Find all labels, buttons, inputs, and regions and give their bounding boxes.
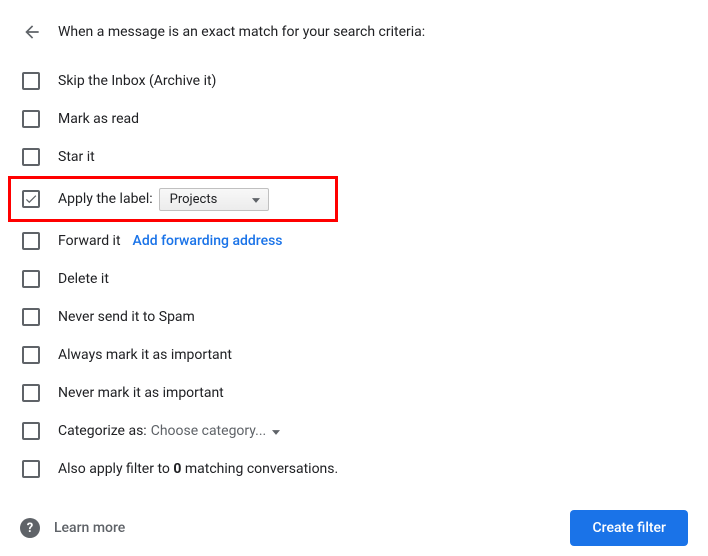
checkbox-also-apply[interactable] bbox=[22, 460, 40, 478]
add-forwarding-link[interactable]: Add forwarding address bbox=[133, 233, 283, 249]
label-skip-inbox: Skip the Inbox (Archive it) bbox=[58, 73, 216, 89]
checkbox-apply-label[interactable] bbox=[22, 190, 40, 208]
checkbox-star-it[interactable] bbox=[22, 148, 40, 166]
checkbox-never-important[interactable] bbox=[22, 384, 40, 402]
label-mark-read: Mark as read bbox=[58, 111, 139, 127]
create-filter-button[interactable]: Create filter bbox=[570, 510, 688, 546]
label-apply-label: Apply the label: bbox=[58, 191, 153, 207]
header-title: When a message is an exact match for you… bbox=[58, 24, 425, 40]
label-also-apply: Also apply filter to 0 matching conversa… bbox=[58, 461, 338, 477]
label-never-important: Never mark it as important bbox=[58, 385, 224, 401]
label-forward-it: Forward it bbox=[58, 233, 121, 249]
checkbox-categorize[interactable] bbox=[22, 422, 40, 440]
label-star-it: Star it bbox=[58, 149, 95, 165]
highlight-annotation: Apply the label: Projects bbox=[8, 176, 338, 222]
label-always-important: Always mark it as important bbox=[58, 347, 232, 363]
back-arrow-icon[interactable] bbox=[20, 20, 44, 44]
label-dropdown[interactable]: Projects bbox=[159, 188, 269, 211]
category-dropdown-value: Choose category... bbox=[151, 423, 267, 439]
caret-down-icon bbox=[252, 192, 260, 207]
checkbox-delete-it[interactable] bbox=[22, 270, 40, 288]
label-delete-it: Delete it bbox=[58, 271, 109, 287]
category-dropdown[interactable]: Choose category... bbox=[151, 423, 281, 439]
checkbox-mark-read[interactable] bbox=[22, 110, 40, 128]
learn-more-link[interactable]: Learn more bbox=[54, 520, 125, 536]
checkbox-never-spam[interactable] bbox=[22, 308, 40, 326]
label-categorize: Categorize as: bbox=[58, 423, 147, 439]
checkbox-always-important[interactable] bbox=[22, 346, 40, 364]
label-dropdown-value: Projects bbox=[170, 192, 218, 207]
help-icon[interactable]: ? bbox=[20, 518, 40, 538]
checkbox-skip-inbox[interactable] bbox=[22, 72, 40, 90]
label-never-spam: Never send it to Spam bbox=[58, 309, 195, 325]
checkbox-forward-it[interactable] bbox=[22, 232, 40, 250]
caret-down-icon bbox=[272, 423, 280, 439]
